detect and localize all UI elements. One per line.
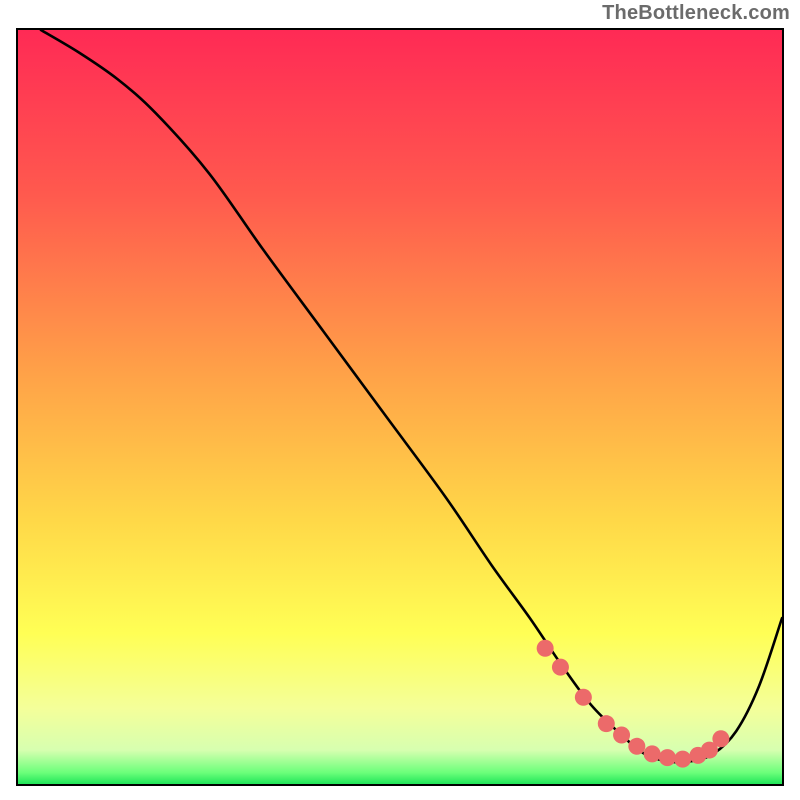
highlight-dot bbox=[598, 715, 615, 732]
highlight-dot bbox=[552, 659, 569, 676]
highlight-dot bbox=[712, 730, 729, 747]
watermark-text: TheBottleneck.com bbox=[602, 2, 790, 25]
highlight-dot bbox=[674, 751, 691, 768]
highlight-dot bbox=[613, 726, 630, 743]
highlight-dot bbox=[659, 749, 676, 766]
optimal-range-dots bbox=[537, 640, 730, 768]
highlight-dot bbox=[537, 640, 554, 657]
chart-svg-layer bbox=[18, 30, 782, 784]
bottleneck-curve bbox=[41, 30, 782, 762]
chart-frame bbox=[16, 28, 784, 786]
highlight-dot bbox=[644, 745, 661, 762]
highlight-dot bbox=[628, 738, 645, 755]
highlight-dot bbox=[575, 689, 592, 706]
